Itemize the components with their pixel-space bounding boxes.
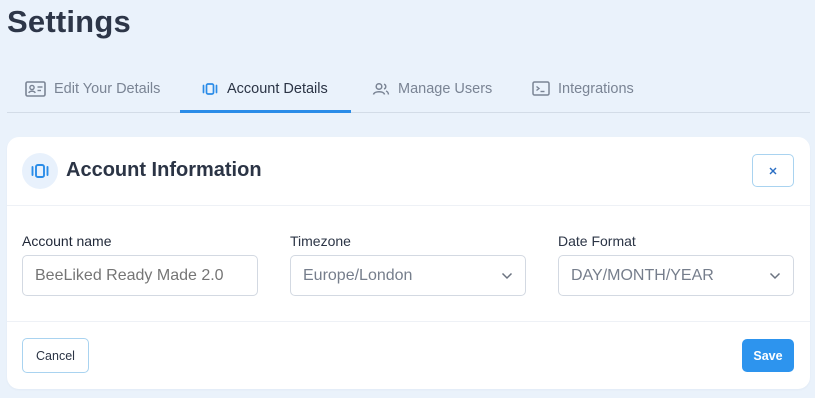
- date-format-value: DAY/MONTH/YEAR: [571, 266, 714, 284]
- id-card-icon: [25, 80, 46, 97]
- users-icon: [372, 82, 390, 95]
- tab-manage-users[interactable]: Manage Users: [372, 64, 492, 113]
- tab-label: Integrations: [558, 80, 634, 97]
- account-name-label: Account name: [22, 233, 112, 249]
- terminal-icon: [532, 81, 550, 96]
- date-format-select[interactable]: DAY/MONTH/YEAR: [558, 255, 794, 296]
- card-title: Account Information: [66, 159, 262, 181]
- settings-tabs: Edit Your Details Account Details Manage…: [7, 64, 810, 113]
- chevron-down-icon: [769, 272, 781, 279]
- cancel-button[interactable]: Cancel: [22, 338, 89, 373]
- close-icon: [769, 167, 777, 174]
- active-tab-indicator: [180, 110, 351, 113]
- close-button[interactable]: [752, 154, 794, 187]
- account-name-field[interactable]: [22, 255, 258, 296]
- tab-edit-your-details[interactable]: Edit Your Details: [25, 64, 160, 113]
- tab-label: Account Details: [227, 80, 328, 97]
- timezone-select[interactable]: Europe/London: [290, 255, 526, 296]
- tab-integrations[interactable]: Integrations: [532, 64, 634, 113]
- tab-label: Edit Your Details: [54, 80, 161, 97]
- chevron-down-icon: [501, 272, 513, 279]
- timezone-value: Europe/London: [303, 266, 413, 284]
- account-icon: [202, 82, 218, 95]
- save-button[interactable]: Save: [742, 339, 794, 372]
- page-title: Settings: [7, 4, 131, 39]
- date-format-label: Date Format: [558, 233, 636, 249]
- account-icon: [22, 153, 58, 189]
- tab-label: Manage Users: [398, 80, 493, 97]
- card-footer: [7, 321, 810, 389]
- account-information-card: Account Information Account name Timezon…: [7, 137, 810, 389]
- account-name-input[interactable]: [35, 266, 245, 285]
- timezone-label: Timezone: [290, 233, 351, 249]
- tab-account-details[interactable]: Account Details: [201, 64, 328, 113]
- card-header: Account Information: [7, 137, 810, 206]
